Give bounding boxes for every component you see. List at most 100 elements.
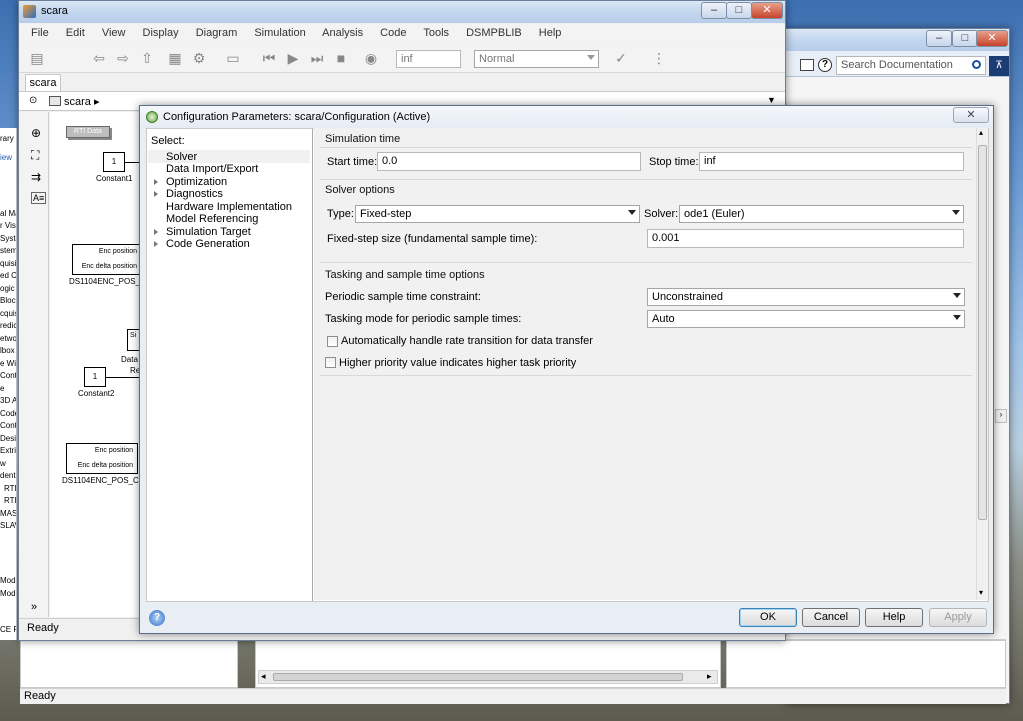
library-item[interactable]: quisit bbox=[0, 259, 16, 268]
library-item[interactable]: dent bbox=[0, 471, 16, 480]
up-icon[interactable]: ⇧ bbox=[137, 48, 157, 68]
library-browser-icon[interactable]: ▦ bbox=[165, 48, 185, 68]
back-icon[interactable]: ⇦ bbox=[89, 48, 109, 68]
ok-button[interactable]: OK bbox=[739, 608, 797, 627]
scroll-left-icon[interactable]: ◂ bbox=[261, 671, 266, 682]
library-item[interactable]: lbox bbox=[0, 346, 15, 355]
rti-data-block[interactable]: RTI Data bbox=[66, 126, 110, 138]
grid-options-icon[interactable]: ⋮ bbox=[649, 48, 669, 68]
library-item[interactable]: Code bbox=[0, 409, 16, 418]
menu-diagram[interactable]: Diagram bbox=[196, 27, 238, 39]
horizontal-scrollbar[interactable]: ◂ ▸ bbox=[258, 670, 718, 684]
step-forward-icon[interactable]: ⏭ bbox=[307, 48, 327, 68]
library-item[interactable]: al Ma bbox=[0, 209, 16, 218]
help-icon[interactable]: ? bbox=[818, 58, 832, 72]
tasking-mode-select[interactable]: Auto bbox=[647, 310, 965, 328]
tree-item-simulation-target[interactable]: Simulation Target bbox=[166, 226, 251, 238]
cancel-button[interactable]: Cancel bbox=[802, 608, 860, 627]
scroll-down-icon[interactable]: ▾ bbox=[979, 588, 983, 597]
annotation-icon[interactable]: A≡ bbox=[31, 192, 47, 204]
address-dropdown-icon[interactable]: ▼ bbox=[767, 95, 776, 105]
tab-scara[interactable]: scara bbox=[25, 74, 61, 91]
tree-item-model-referencing[interactable]: Model Referencing bbox=[166, 213, 258, 225]
library-item[interactable]: e Wi bbox=[0, 359, 16, 368]
menu-display[interactable]: Display bbox=[143, 27, 179, 39]
library-item[interactable]: r Vis bbox=[0, 221, 16, 230]
menu-tools[interactable]: Tools bbox=[423, 27, 449, 39]
settings-gear-icon[interactable]: ⚙ bbox=[189, 48, 209, 68]
tree-item-optimization[interactable]: Optimization bbox=[166, 176, 227, 188]
library-item[interactable]: SLAV bbox=[0, 521, 16, 530]
library-item[interactable]: Mod bbox=[0, 589, 16, 598]
help-button[interactable]: Help bbox=[865, 608, 923, 627]
settings-scrollbar[interactable]: ▴ ▾ bbox=[976, 128, 988, 600]
tree-item-code-generation[interactable]: Code Generation bbox=[166, 238, 250, 250]
step-back-icon[interactable]: ⏮ bbox=[259, 48, 279, 68]
apply-button[interactable]: Apply bbox=[929, 608, 987, 627]
library-item[interactable]: e bbox=[0, 384, 4, 393]
minimize-button[interactable]: – bbox=[926, 30, 952, 47]
menu-edit[interactable]: Edit bbox=[66, 27, 85, 39]
search-documentation-input[interactable]: Search Documentation bbox=[836, 56, 986, 75]
library-item[interactable]: Bloc bbox=[0, 296, 16, 305]
scroll-thumb[interactable] bbox=[978, 145, 987, 520]
tree-item-solver[interactable]: Solver bbox=[166, 151, 197, 163]
new-model-icon[interactable]: ▤ bbox=[27, 48, 47, 68]
library-item[interactable]: redic bbox=[0, 321, 16, 330]
pin-icon[interactable]: ⊼ bbox=[989, 56, 1009, 76]
scroll-arrow-icon[interactable]: › bbox=[995, 409, 1007, 423]
expand-diagnostics-icon[interactable] bbox=[154, 191, 158, 197]
expand-simulation-target-icon[interactable] bbox=[154, 229, 158, 235]
tree-item-diagnostics[interactable]: Diagnostics bbox=[166, 188, 223, 200]
fit-view-icon[interactable]: ⛶ bbox=[31, 148, 39, 163]
window-icon[interactable] bbox=[800, 59, 814, 71]
expand-code-generation-icon[interactable] bbox=[154, 241, 158, 247]
library-item[interactable]: iew bbox=[0, 153, 12, 162]
library-item[interactable]: stem bbox=[0, 246, 16, 255]
library-item[interactable]: CE RE bbox=[0, 625, 16, 634]
menu-code[interactable]: Code bbox=[380, 27, 406, 39]
library-item[interactable]: cquis bbox=[0, 309, 16, 318]
breadcrumb-scara[interactable]: scara bbox=[64, 96, 91, 108]
menu-dsmpblib[interactable]: DSMPBLIB bbox=[466, 27, 522, 39]
forward-icon[interactable]: ⇨ bbox=[113, 48, 133, 68]
model-maximize-button[interactable]: □ bbox=[726, 2, 752, 19]
solver-select[interactable]: ode1 (Euler) bbox=[679, 205, 964, 223]
search-icon[interactable] bbox=[972, 60, 981, 69]
start-time-input[interactable]: 0.0 bbox=[377, 152, 641, 171]
library-item[interactable]: Cont bbox=[0, 421, 16, 430]
scroll-up-icon[interactable]: ▴ bbox=[979, 128, 983, 137]
expand-optimization-icon[interactable] bbox=[154, 179, 158, 185]
library-item[interactable]: w bbox=[0, 459, 6, 468]
higher-priority-checkbox[interactable] bbox=[325, 357, 336, 368]
library-item[interactable]: 3D A bbox=[0, 396, 16, 405]
dialog-help-icon[interactable]: ? bbox=[149, 610, 165, 626]
library-item[interactable]: Syste bbox=[0, 234, 16, 243]
model-advisor-icon[interactable]: ✓ bbox=[611, 48, 631, 68]
library-item[interactable]: rary bbox=[0, 134, 14, 143]
breadcrumb[interactable]: scara ▸ bbox=[64, 95, 100, 108]
library-item[interactable]: RTI bbox=[4, 496, 16, 505]
model-minimize-button[interactable]: – bbox=[701, 2, 727, 19]
run-icon[interactable]: ▶ bbox=[283, 48, 303, 68]
scroll-right-icon[interactable]: ▸ bbox=[707, 671, 712, 682]
encoder2-block[interactable]: Enc position Enc delta position bbox=[66, 443, 138, 474]
maximize-button[interactable]: □ bbox=[952, 30, 978, 47]
dialog-close-button[interactable]: ✕ bbox=[953, 107, 989, 123]
library-item[interactable]: etwo bbox=[0, 334, 16, 343]
tree-item-hardware-implementation[interactable]: Hardware Implementation bbox=[166, 201, 292, 213]
zoom-in-icon[interactable]: ⊕ bbox=[31, 126, 41, 140]
library-item[interactable]: ogic bbox=[0, 284, 15, 293]
solver-type-select[interactable]: Fixed-step bbox=[355, 205, 640, 223]
menu-view[interactable]: View bbox=[102, 27, 126, 39]
library-item[interactable]: Extri bbox=[0, 446, 16, 455]
library-item[interactable]: MAS bbox=[0, 509, 16, 518]
model-close-button[interactable]: ✕ bbox=[751, 2, 783, 19]
record-icon[interactable]: ◉ bbox=[361, 48, 381, 68]
arrow-icon[interactable]: ⇉ bbox=[31, 170, 41, 184]
menu-simulation[interactable]: Simulation bbox=[254, 27, 305, 39]
stop-time-input[interactable]: inf bbox=[396, 50, 461, 68]
close-button[interactable]: ✕ bbox=[976, 30, 1008, 47]
encoder1-block[interactable]: Enc position Enc delta position bbox=[72, 244, 142, 275]
stop-icon[interactable]: ■ bbox=[331, 48, 351, 68]
